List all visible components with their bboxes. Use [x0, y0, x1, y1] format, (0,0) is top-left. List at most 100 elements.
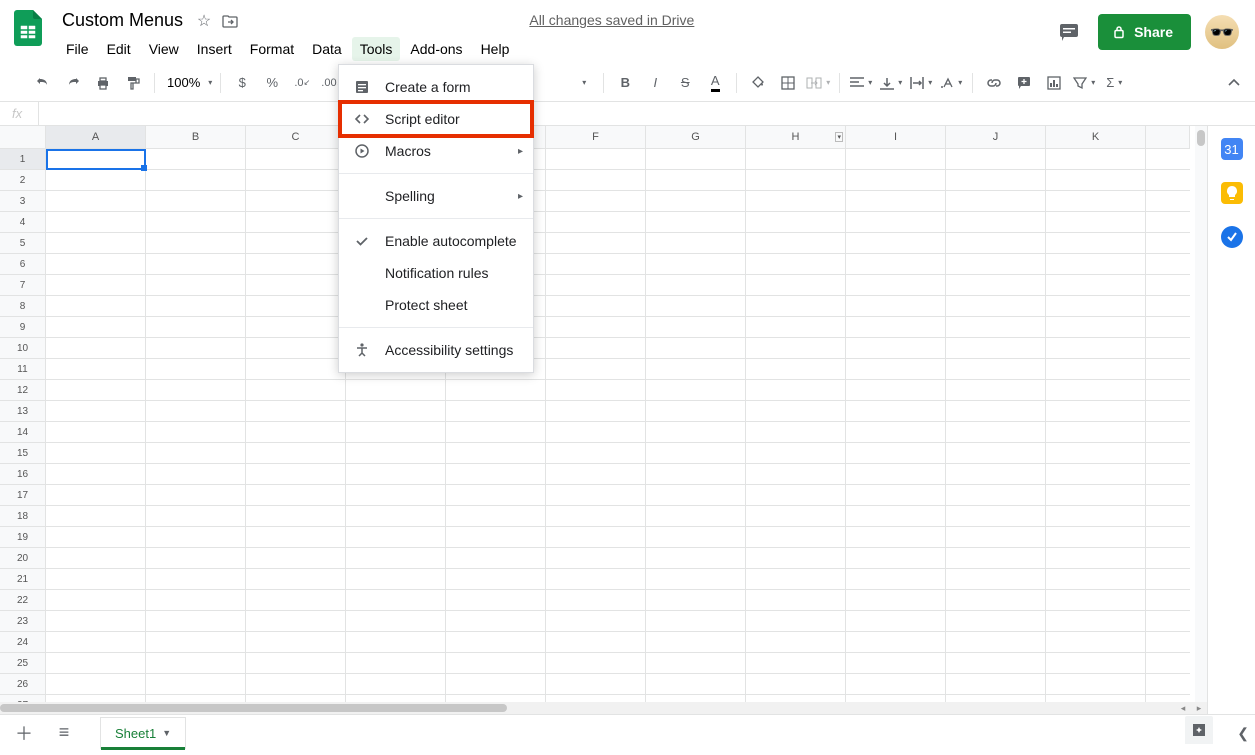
- cell[interactable]: [246, 296, 346, 317]
- cell[interactable]: [946, 611, 1046, 632]
- cell[interactable]: [846, 653, 946, 674]
- cell[interactable]: [746, 527, 846, 548]
- cell[interactable]: [846, 464, 946, 485]
- save-status[interactable]: All changes saved in Drive: [529, 8, 694, 28]
- cell[interactable]: [1146, 653, 1190, 674]
- cell[interactable]: [846, 191, 946, 212]
- cell[interactable]: [746, 632, 846, 653]
- cell[interactable]: [546, 653, 646, 674]
- font-size-dropdown[interactable]: [569, 70, 595, 96]
- cell[interactable]: [446, 401, 546, 422]
- cell[interactable]: [146, 275, 246, 296]
- cell[interactable]: [546, 548, 646, 569]
- cell[interactable]: [346, 401, 446, 422]
- column-header[interactable]: [1146, 126, 1190, 148]
- tools-menu-accessibility-settings[interactable]: Accessibility settings: [339, 334, 533, 366]
- cell[interactable]: [146, 149, 246, 170]
- strikethrough-button[interactable]: S: [672, 70, 698, 96]
- paint-format-button[interactable]: [120, 70, 146, 96]
- cell[interactable]: [446, 632, 546, 653]
- cell[interactable]: [946, 506, 1046, 527]
- cell[interactable]: [946, 191, 1046, 212]
- row-header[interactable]: 21: [0, 569, 45, 590]
- cell[interactable]: [246, 170, 346, 191]
- tools-menu-create-a-form[interactable]: Create a form: [339, 71, 533, 103]
- cell[interactable]: [346, 464, 446, 485]
- cell[interactable]: [146, 170, 246, 191]
- row-header[interactable]: 9: [0, 317, 45, 338]
- cell[interactable]: [46, 485, 146, 506]
- cell[interactable]: [246, 443, 346, 464]
- cell[interactable]: [346, 569, 446, 590]
- cell[interactable]: [746, 443, 846, 464]
- cell[interactable]: [646, 338, 746, 359]
- cell[interactable]: [46, 233, 146, 254]
- cell[interactable]: [946, 380, 1046, 401]
- tools-menu-enable-autocomplete[interactable]: Enable autocomplete: [339, 225, 533, 257]
- cell[interactable]: [346, 632, 446, 653]
- insert-comment-button[interactable]: [1011, 70, 1037, 96]
- row-header[interactable]: 22: [0, 590, 45, 611]
- cell[interactable]: [146, 191, 246, 212]
- row-header[interactable]: 11: [0, 359, 45, 380]
- cell[interactable]: [146, 590, 246, 611]
- cell[interactable]: [246, 422, 346, 443]
- cell[interactable]: [946, 485, 1046, 506]
- cell[interactable]: [946, 275, 1046, 296]
- tools-menu-script-editor[interactable]: Script editor: [339, 103, 533, 135]
- cell[interactable]: [546, 338, 646, 359]
- cell[interactable]: [646, 212, 746, 233]
- cell[interactable]: [846, 527, 946, 548]
- cell[interactable]: [1046, 443, 1146, 464]
- cell[interactable]: [646, 296, 746, 317]
- cell[interactable]: [346, 380, 446, 401]
- cell[interactable]: [146, 401, 246, 422]
- cell[interactable]: [546, 443, 646, 464]
- cell[interactable]: [1146, 506, 1190, 527]
- cell[interactable]: [546, 422, 646, 443]
- cell[interactable]: [246, 485, 346, 506]
- cell[interactable]: [646, 317, 746, 338]
- text-rotation-button[interactable]: [938, 70, 964, 96]
- cell[interactable]: [846, 338, 946, 359]
- cell[interactable]: [146, 422, 246, 443]
- italic-button[interactable]: I: [642, 70, 668, 96]
- row-header[interactable]: 12: [0, 380, 45, 401]
- row-header[interactable]: 1: [0, 149, 45, 170]
- star-icon[interactable]: ☆: [195, 12, 213, 30]
- cell[interactable]: [1146, 317, 1190, 338]
- cell[interactable]: [446, 653, 546, 674]
- cell[interactable]: [846, 359, 946, 380]
- cell[interactable]: [246, 380, 346, 401]
- row-header[interactable]: 16: [0, 464, 45, 485]
- cell[interactable]: [546, 590, 646, 611]
- cell[interactable]: [646, 254, 746, 275]
- row-header[interactable]: 24: [0, 632, 45, 653]
- cell[interactable]: [746, 464, 846, 485]
- cell[interactable]: [646, 464, 746, 485]
- cell[interactable]: [1146, 422, 1190, 443]
- cell[interactable]: [846, 401, 946, 422]
- cell[interactable]: [46, 548, 146, 569]
- menu-edit[interactable]: Edit: [99, 37, 139, 61]
- cell[interactable]: [846, 506, 946, 527]
- cell[interactable]: [146, 506, 246, 527]
- cell[interactable]: [46, 254, 146, 275]
- tools-menu-spelling[interactable]: Spelling: [339, 180, 533, 212]
- cell[interactable]: [1146, 233, 1190, 254]
- cell[interactable]: [46, 464, 146, 485]
- horizontal-scrollbar[interactable]: ◂ ▸: [0, 702, 1207, 714]
- text-wrap-button[interactable]: [908, 70, 934, 96]
- cell[interactable]: [646, 443, 746, 464]
- cell[interactable]: [746, 275, 846, 296]
- sheets-logo[interactable]: [8, 8, 48, 48]
- cell[interactable]: [746, 380, 846, 401]
- cell[interactable]: [546, 212, 646, 233]
- move-to-folder-icon[interactable]: [221, 12, 239, 30]
- cell[interactable]: [546, 569, 646, 590]
- cell[interactable]: [446, 380, 546, 401]
- cell[interactable]: [946, 632, 1046, 653]
- print-button[interactable]: [90, 70, 116, 96]
- vertical-scrollbar[interactable]: [1195, 126, 1207, 714]
- cell[interactable]: [246, 548, 346, 569]
